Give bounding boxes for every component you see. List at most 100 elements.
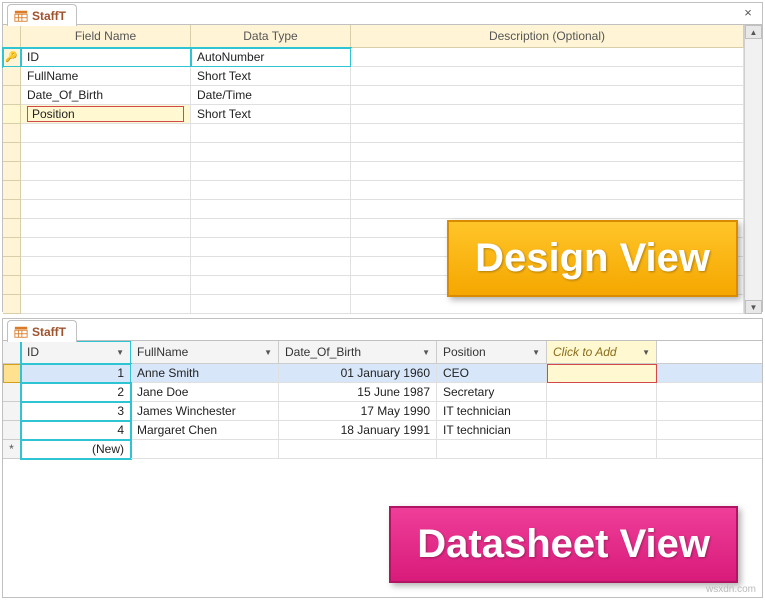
scroll-up-icon[interactable]: ▲ (745, 25, 762, 39)
dropdown-icon[interactable]: ▼ (422, 348, 430, 357)
data-type-cell[interactable] (191, 162, 351, 181)
row-selector[interactable] (3, 105, 21, 124)
click-to-add-column[interactable]: Click to Add▼ (547, 341, 657, 364)
description-cell[interactable] (351, 295, 744, 314)
dropdown-icon[interactable]: ▼ (532, 348, 540, 357)
field-name-cell[interactable] (21, 200, 191, 219)
data-type-cell[interactable]: Date/Time (191, 86, 351, 105)
row-selector[interactable] (3, 219, 21, 238)
data-type-cell[interactable]: Short Text (191, 67, 351, 86)
row-selector-header[interactable] (3, 341, 21, 364)
cell-dob[interactable]: 15 June 1987 (279, 383, 437, 402)
field-name-cell[interactable]: Position (21, 105, 191, 124)
field-name-cell[interactable] (21, 295, 191, 314)
cell-empty[interactable] (657, 440, 762, 459)
cell-position[interactable]: Secretary (437, 383, 547, 402)
row-selector-header[interactable] (3, 25, 21, 48)
cell-fullname[interactable]: Anne Smith (131, 364, 279, 383)
dropdown-icon[interactable]: ▼ (264, 348, 272, 357)
tab-stafft[interactable]: StaffT (7, 320, 77, 342)
row-selector[interactable] (3, 421, 21, 440)
description-cell[interactable] (351, 48, 744, 67)
cell-empty[interactable] (437, 440, 547, 459)
cell-position[interactable]: CEO (437, 364, 547, 383)
data-type-cell[interactable] (191, 219, 351, 238)
row-selector[interactable]: 🔑 (3, 48, 21, 67)
row-selector[interactable] (3, 257, 21, 276)
field-name-cell[interactable] (21, 238, 191, 257)
close-icon[interactable]: × (740, 5, 756, 21)
cell-empty[interactable] (547, 440, 657, 459)
row-selector[interactable] (3, 86, 21, 105)
field-name-header[interactable]: Field Name (21, 25, 191, 48)
field-name-cell[interactable] (21, 124, 191, 143)
cell-id[interactable]: 4 (21, 421, 131, 440)
data-type-cell[interactable] (191, 124, 351, 143)
cell-id-new[interactable]: (New) (21, 440, 131, 459)
cell-position[interactable]: IT technician (437, 421, 547, 440)
data-type-cell[interactable] (191, 181, 351, 200)
tab-stafft[interactable]: StaffT (7, 4, 77, 26)
row-selector[interactable] (3, 181, 21, 200)
field-name-cell[interactable]: FullName (21, 67, 191, 86)
field-name-cell[interactable]: Date_Of_Birth (21, 86, 191, 105)
row-selector[interactable] (3, 276, 21, 295)
description-cell[interactable] (351, 124, 744, 143)
cell-id[interactable]: 3 (21, 402, 131, 421)
scroll-down-icon[interactable]: ▼ (745, 300, 762, 314)
cell-id[interactable]: 1 (21, 364, 131, 383)
data-type-cell[interactable] (191, 276, 351, 295)
cell-fullname[interactable]: James Winchester (131, 402, 279, 421)
row-selector[interactable] (3, 383, 21, 402)
field-name-cell[interactable] (21, 257, 191, 276)
cell-dob[interactable]: 18 January 1991 (279, 421, 437, 440)
description-cell[interactable] (351, 181, 744, 200)
description-cell[interactable] (351, 105, 744, 124)
description-header[interactable]: Description (Optional) (351, 25, 744, 48)
cell-clicktoadd[interactable] (547, 402, 657, 421)
cell-fullname[interactable]: Margaret Chen (131, 421, 279, 440)
data-type-cell[interactable] (191, 257, 351, 276)
row-selector[interactable] (3, 67, 21, 86)
description-cell[interactable] (351, 143, 744, 162)
cell-empty[interactable] (131, 440, 279, 459)
new-row-selector[interactable]: * (3, 440, 21, 459)
cell-empty[interactable] (279, 440, 437, 459)
dropdown-icon[interactable]: ▼ (642, 348, 650, 357)
column-header-position[interactable]: Position▼ (437, 341, 547, 364)
dropdown-icon[interactable]: ▼ (116, 348, 124, 357)
description-cell[interactable] (351, 162, 744, 181)
row-selector[interactable] (3, 402, 21, 421)
description-cell[interactable] (351, 200, 744, 219)
column-header-fullname[interactable]: FullName▼ (131, 341, 279, 364)
cell-dob[interactable]: 17 May 1990 (279, 402, 437, 421)
row-selector[interactable] (3, 162, 21, 181)
column-header-id[interactable]: ID▼ (21, 341, 131, 364)
cell-clicktoadd[interactable] (547, 421, 657, 440)
row-selector[interactable] (3, 364, 21, 383)
field-name-cell[interactable] (21, 143, 191, 162)
field-name-cell[interactable] (21, 219, 191, 238)
data-type-cell[interactable] (191, 143, 351, 162)
data-type-header[interactable]: Data Type (191, 25, 351, 48)
row-selector[interactable] (3, 238, 21, 257)
field-name-cell[interactable] (21, 276, 191, 295)
data-type-cell[interactable] (191, 200, 351, 219)
cell-fullname[interactable]: Jane Doe (131, 383, 279, 402)
column-header-dob[interactable]: Date_Of_Birth▼ (279, 341, 437, 364)
row-selector[interactable] (3, 124, 21, 143)
data-type-cell[interactable]: AutoNumber (191, 48, 351, 67)
cell-clicktoadd[interactable] (547, 364, 657, 383)
field-name-cell[interactable] (21, 181, 191, 200)
cell-dob[interactable]: 01 January 1960 (279, 364, 437, 383)
data-type-cell[interactable]: Short Text (191, 105, 351, 124)
description-cell[interactable] (351, 67, 744, 86)
data-type-cell[interactable] (191, 238, 351, 257)
description-cell[interactable] (351, 86, 744, 105)
cell-id[interactable]: 2 (21, 383, 131, 402)
row-selector[interactable] (3, 200, 21, 219)
data-type-cell[interactable] (191, 295, 351, 314)
cell-position[interactable]: IT technician (437, 402, 547, 421)
scrollbar[interactable]: ▲ ▼ (744, 25, 762, 314)
field-name-cell[interactable]: ID (21, 48, 191, 67)
